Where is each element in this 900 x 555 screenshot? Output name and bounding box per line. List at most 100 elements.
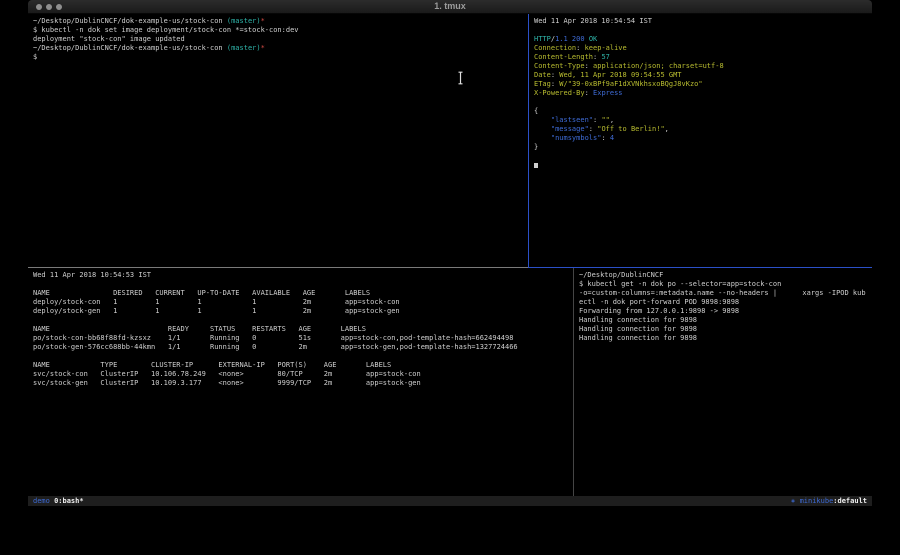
terminal-line [33,280,568,289]
pane-top-right-http-response[interactable]: Wed 11 Apr 2018 10:54:54 IST HTTP/1.1 20… [529,14,872,267]
terminal-line: Content-Length: 57 [534,53,867,62]
terminal-text-segment: po/stock-con-bb68f88fd-kzsxz 1/1 Running… [33,334,513,342]
status-session-window-tab[interactable]: demo 0:bash* [33,496,84,506]
terminal-text-segment: W/"39-0xBPf9aF1dXVNkhsxoBQgJ8vKzo" [559,80,702,88]
terminal-text-segment: :default [833,497,867,505]
terminal-text-segment: $ kubectl get -n dok po --selector=app=s… [579,280,781,288]
terminal-text-segment: $ kubectl -n dok set image deployment/st… [33,26,299,34]
terminal-line [33,316,568,325]
pane-border-horizontal-left[interactable] [28,267,528,268]
terminal-line: "numsymbols": 4 [534,134,867,143]
terminal-text-segment: deploy/stock-con 1 1 1 1 2m app=stock-co… [33,298,400,306]
mouse-cursor-ibeam [456,70,465,89]
terminal-text-segment: ~/Desktop/DublinCNCF/dok-example-us/stoc… [33,17,227,25]
terminal-text-segment: deployment "stock-con" image updated [33,35,185,43]
window-titlebar[interactable]: 1. tmux [28,0,872,14]
terminal-text-segment: : [601,134,609,142]
terminal-text-segment: "message" [551,125,589,133]
terminal-line: Content-Type: application/json; charset=… [534,62,867,71]
terminal-text-segment: } [534,143,538,151]
terminal-text-segment: $ [33,53,37,61]
terminal-text-segment: svc/stock-gen ClusterIP 10.109.3.177 <no… [33,379,421,387]
pane-border-horizontal-right[interactable] [528,267,872,268]
terminal-text-segment: -o=custom-columns=:metadata.name --no-he… [579,289,866,297]
terminal-text-segment: ectl -n dok port-forward POD 9898:9898 [579,298,739,306]
terminal-text-segment: * [261,44,265,52]
terminal-text-segment: (master) [227,44,261,52]
window-title: 1. tmux [28,0,872,13]
terminal-text-segment: Wed 11 Apr 2018 10:54:53 IST [33,271,151,279]
terminal-line [534,98,867,107]
terminal-line: deployment "stock-con" image updated [33,35,523,44]
terminal-line: ectl -n dok port-forward POD 9898:9898 [579,298,867,307]
terminal-line: $ [33,53,523,62]
terminal-line: po/stock-con-bb68f88fd-kzsxz 1/1 Running… [33,334,568,343]
terminal-text-segment: minikube [800,497,834,505]
terminal-line [534,152,867,161]
terminal-text-segment: 4 [610,134,614,142]
terminal-line: svc/stock-con ClusterIP 10.106.78.249 <n… [33,370,568,379]
terminal-text-segment: ETag [534,80,551,88]
terminal-window: 1. tmux ~/Desktop/DublinCNCF/dok-example… [28,0,872,507]
terminal-text-segment: : [576,44,584,52]
terminal-text-segment: Forwarding from 127.0.0.1:9898 -> 9898 [579,307,739,315]
terminal-text-segment: Handling connection for 9898 [579,325,697,333]
pane-bottom-left-kubectl-watch[interactable]: Wed 11 Apr 2018 10:54:53 IST NAME DESIRE… [28,268,573,496]
terminal-line: deploy/stock-gen 1 1 1 1 2m app=stock-ge… [33,307,568,316]
pane-border-vertical-top[interactable] [528,14,529,268]
terminal-text-segment: svc/stock-con ClusterIP 10.106.78.249 <n… [33,370,421,378]
terminal-text-segment: NAME READY STATUS RESTARTS AGE LABELS [33,325,366,333]
terminal-line: ~/Desktop/DublinCNCF/dok-example-us/stoc… [33,17,523,26]
terminal-line: po/stock-gen-576cc688bb-44kmn 1/1 Runnin… [33,343,568,352]
terminal-line: HTTP/1.1 200 OK [534,35,867,44]
terminal-text-segment: demo [33,497,50,505]
terminal-text-segment: : [585,62,593,70]
terminal-text-segment: Express [593,89,623,97]
terminal-line: Wed 11 Apr 2018 10:54:54 IST [534,17,867,26]
pane-border-vertical-bottom[interactable] [573,268,574,496]
terminal-line: svc/stock-gen ClusterIP 10.109.3.177 <no… [33,379,568,388]
terminal-line: X-Powered-By: Express [534,89,867,98]
terminal-line [534,26,867,35]
terminal-line [33,352,568,361]
terminal-text-segment: Connection [534,44,576,52]
terminal-text-segment: Handling connection for 9898 [579,334,697,342]
terminal-line: NAME TYPE CLUSTER-IP EXTERNAL-IP PORT(S)… [33,361,568,370]
tmux-session: ~/Desktop/DublinCNCF/dok-example-us/stoc… [28,14,872,496]
terminal-text-segment: "numsymbols" [551,134,602,142]
terminal-line: Connection: keep-alive [534,44,867,53]
terminal-text-segment: po/stock-gen-576cc688bb-44kmn 1/1 Runnin… [33,343,518,351]
terminal-text-segment: NAME DESIRED CURRENT UP-TO-DATE AVAILABL… [33,289,370,297]
terminal-line [534,161,867,170]
terminal-text-segment: keep-alive [585,44,627,52]
terminal-text-segment: ⎈ [791,497,799,505]
terminal-line: Forwarding from 127.0.0.1:9898 -> 9898 [579,307,867,316]
terminal-text-segment: X-Powered-By [534,89,585,97]
terminal-text-segment: "" [601,116,609,124]
terminal-line: Handling connection for 9898 [579,316,867,325]
terminal-line: deploy/stock-con 1 1 1 1 2m app=stock-co… [33,298,568,307]
terminal-text-segment: , [610,116,614,124]
terminal-text-segment: "Off to Berlin!" [597,125,664,133]
terminal-line: $ kubectl get -n dok po --selector=app=s… [579,280,867,289]
terminal-text-segment: 0:bash* [54,497,84,505]
tmux-status-bar: demo 0:bash* ⎈ minikube:default [28,496,872,506]
terminal-line: NAME READY STATUS RESTARTS AGE LABELS [33,325,568,334]
pane-bottom-right-port-forward[interactable]: ~/Desktop/DublinCNCF$ kubectl get -n dok… [574,268,872,496]
terminal-line: Handling connection for 9898 [579,334,867,343]
terminal-line: Wed 11 Apr 2018 10:54:53 IST [33,271,568,280]
pane-top-left-shell[interactable]: ~/Desktop/DublinCNCF/dok-example-us/stoc… [28,14,528,267]
terminal-text-segment: ~/Desktop/DublinCNCF/dok-example-us/stoc… [33,44,227,52]
terminal-text-segment: : [589,125,597,133]
terminal-text-segment: { [534,107,538,115]
terminal-line: { [534,107,867,116]
terminal-text-segment: * [261,17,265,25]
terminal-text-segment: NAME TYPE CLUSTER-IP EXTERNAL-IP PORT(S)… [33,361,391,369]
terminal-text-segment: Wed, 11 Apr 2018 09:54:55 GMT [559,71,681,79]
terminal-line: Date: Wed, 11 Apr 2018 09:54:55 GMT [534,71,867,80]
terminal-text-segment: (master) [227,17,261,25]
terminal-line: "lastseen": "", [534,116,867,125]
terminal-text-segment: 1.1 200 [555,35,585,43]
terminal-text-segment: ~/Desktop/DublinCNCF [579,271,663,279]
terminal-text-segment: application/json; charset=utf-8 [593,62,724,70]
